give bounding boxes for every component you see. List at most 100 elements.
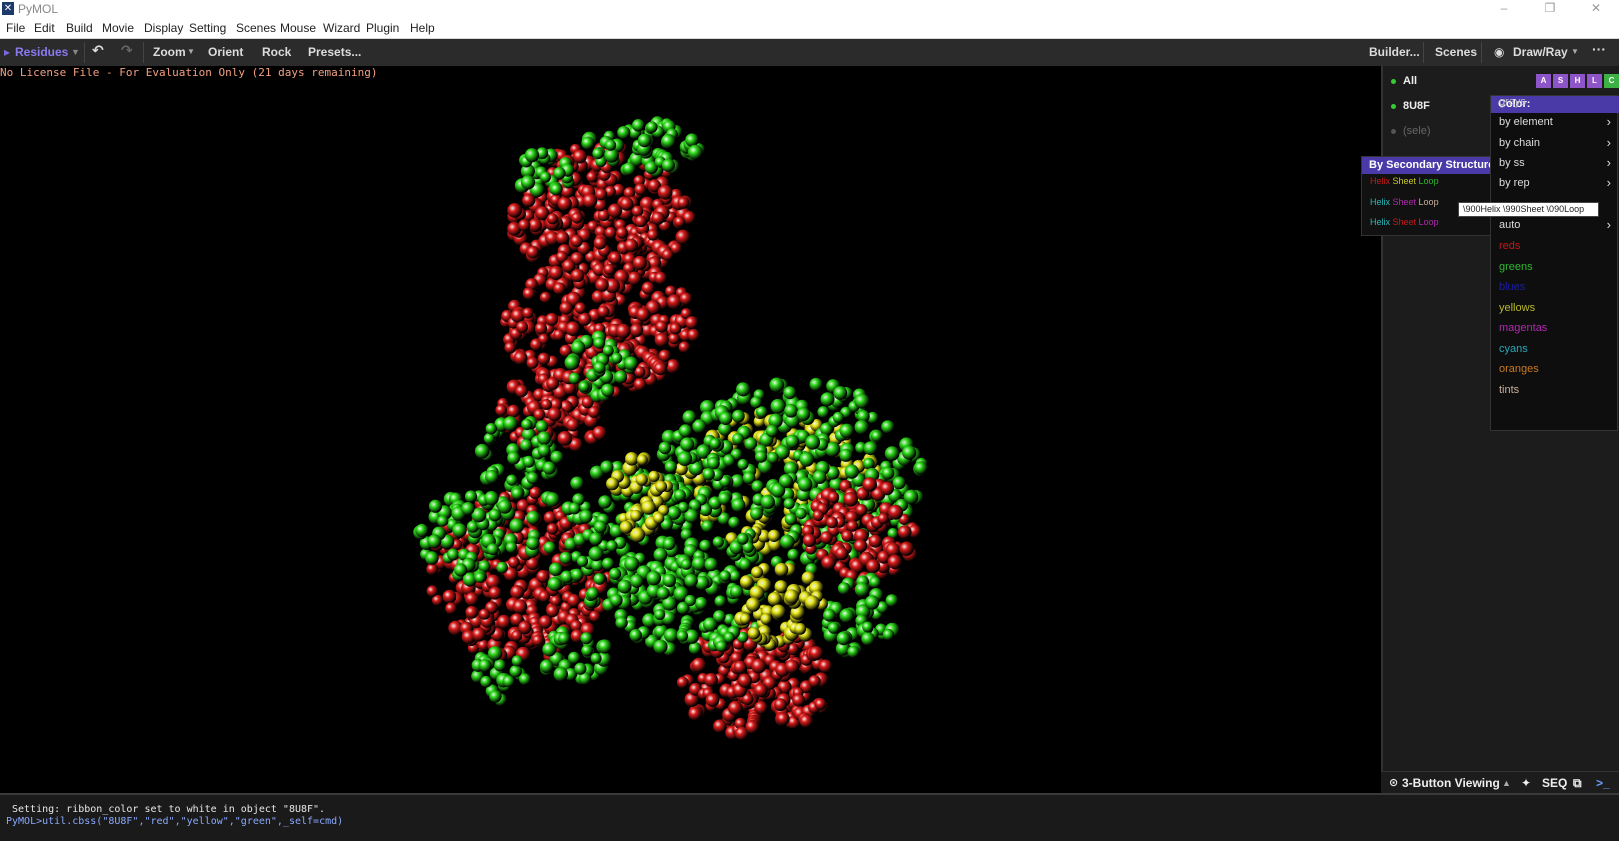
object-sele[interactable]: (sele) <box>1391 125 1431 137</box>
label-button[interactable]: L <box>1587 74 1602 88</box>
undo-icon[interactable]: ↶ <box>92 42 104 59</box>
panel-icon[interactable]: ⧉ <box>1573 776 1582 791</box>
builder-button[interactable]: Builder... <box>1369 45 1420 59</box>
color-menu-item-by-rep[interactable]: by rep <box>1499 177 1530 189</box>
helix-atom <box>528 218 543 233</box>
molecular-viewport[interactable]: No License File - For Evaluation Only (2… <box>0 66 1381 793</box>
loop-atom <box>704 557 718 572</box>
menu-plugin[interactable]: Plugin <box>366 21 399 35</box>
loop-atom <box>797 477 813 492</box>
orient-button[interactable]: Orient <box>208 45 243 59</box>
loop-atom <box>836 631 851 646</box>
menu-build[interactable]: Build <box>66 21 93 35</box>
loop-atom <box>677 451 693 466</box>
helix-atom <box>877 512 889 525</box>
action-button[interactable]: A <box>1536 74 1551 88</box>
menu-wizard[interactable]: Wizard <box>323 21 360 35</box>
menu-bar: File Edit Build Movie Display Setting Sc… <box>0 18 1619 39</box>
license-notice: No License File - For Evaluation Only (2… <box>0 66 378 79</box>
more-options-icon[interactable]: ··· <box>1592 41 1606 57</box>
helix-atom <box>669 322 682 335</box>
color-menu-item-greens[interactable]: greens <box>1499 261 1533 273</box>
loop-atom <box>864 595 880 610</box>
loop-atom <box>732 433 744 445</box>
scenes-button[interactable]: Scenes <box>1435 45 1477 59</box>
helix-atom <box>426 585 438 597</box>
enabled-dot-icon <box>1391 103 1396 109</box>
loop-atom <box>837 582 851 595</box>
color-menu-item-reds[interactable]: reds <box>1499 240 1520 252</box>
show-button[interactable]: S <box>1553 74 1568 88</box>
console-output[interactable]: Setting: ribbon_color set to white in ob… <box>0 793 1619 841</box>
draw-ray-button[interactable]: Draw/Ray <box>1513 45 1568 59</box>
color-menu-item-cyans[interactable]: cyans <box>1499 343 1528 355</box>
object-8u8f[interactable]: 8U8F <box>1391 100 1430 112</box>
loop-atom <box>550 450 564 464</box>
menu-scenes[interactable]: Scenes <box>236 21 276 35</box>
menu-movie[interactable]: Movie <box>102 21 134 35</box>
rock-button[interactable]: Rock <box>262 45 291 59</box>
helix-atom <box>604 226 617 239</box>
color-menu-item-blues[interactable]: blues <box>1499 281 1525 293</box>
menu-display[interactable]: Display <box>144 21 183 35</box>
loop-atom <box>709 438 721 450</box>
loop-atom <box>783 498 795 510</box>
minimize-button[interactable]: – <box>1481 0 1527 18</box>
ss-scheme-part: Helix <box>1370 176 1393 186</box>
helix-atom <box>641 281 655 295</box>
loop-atom <box>809 377 823 391</box>
ss-scheme-row[interactable]: Helix Sheet Loop <box>1370 197 1439 207</box>
loop-atom <box>719 570 731 582</box>
close-button[interactable]: ✕ <box>1573 0 1619 18</box>
ss-scheme-part: Sheet <box>1392 176 1419 186</box>
helix-atom <box>657 184 673 200</box>
presets-button[interactable]: Presets... <box>308 45 361 59</box>
restore-button[interactable]: ❐ <box>1527 0 1573 18</box>
wand-icon[interactable]: ✦ <box>1521 776 1531 790</box>
ss-scheme-row[interactable]: Helix Sheet Loop <box>1370 176 1439 186</box>
color-menu-item-tints[interactable]: tints <box>1499 384 1519 396</box>
zoom-button[interactable]: Zoom <box>153 45 186 59</box>
helix-atom <box>557 431 573 446</box>
command-prompt-icon[interactable]: >_ <box>1596 776 1610 790</box>
mouse-mode-selector[interactable]: 3-Button Viewing <box>1402 776 1500 790</box>
color-menu-item-by-element[interactable]: by element <box>1499 116 1553 128</box>
redo-icon[interactable]: ↷ <box>121 42 133 59</box>
loop-atom <box>617 579 632 594</box>
menu-mouse[interactable]: Mouse <box>280 21 316 35</box>
color-menu-item-oranges[interactable]: oranges <box>1499 363 1539 375</box>
helix-atom <box>538 615 553 629</box>
ss-scheme-row[interactable]: Helix Sheet Loop <box>1370 217 1439 227</box>
color-menu-item-by-ss[interactable]: by ss <box>1499 157 1525 169</box>
seq-button[interactable]: SEQ <box>1542 776 1567 790</box>
helix-atom <box>632 255 647 271</box>
color-menu-item-magentas[interactable]: magentas <box>1499 322 1547 334</box>
menu-setting[interactable]: Setting <box>189 21 226 35</box>
helix-atom <box>546 523 559 535</box>
color-menu-item-grays[interactable]: grays <box>1499 96 1526 108</box>
selection-mode-dropdown[interactable]: Residues <box>15 45 68 59</box>
object-all[interactable]: All <box>1391 75 1417 87</box>
loop-atom <box>564 355 580 371</box>
color-menu-item-auto[interactable]: auto <box>1499 219 1520 231</box>
loop-atom <box>581 644 593 657</box>
pymol-logo-icon: ✕ <box>2 2 14 15</box>
loop-atom <box>576 555 589 567</box>
loop-atom <box>601 383 615 397</box>
loop-atom <box>558 632 570 645</box>
menu-help[interactable]: Help <box>410 21 435 35</box>
color-menu-item-by-chain[interactable]: by chain <box>1499 137 1540 149</box>
hide-button[interactable]: H <box>1570 74 1585 88</box>
menu-edit[interactable]: Edit <box>34 21 55 35</box>
helix-atom <box>776 712 790 726</box>
color-menu-item-yellows[interactable]: yellows <box>1499 302 1535 314</box>
loop-atom <box>543 541 556 554</box>
loop-atom <box>750 507 763 521</box>
color-button[interactable]: C <box>1604 74 1619 88</box>
loop-atom <box>617 126 631 140</box>
helix-atom <box>504 341 516 354</box>
loop-atom <box>553 167 566 180</box>
loop-atom <box>606 540 618 552</box>
menu-file[interactable]: File <box>6 21 25 35</box>
helix-atom <box>887 554 903 570</box>
